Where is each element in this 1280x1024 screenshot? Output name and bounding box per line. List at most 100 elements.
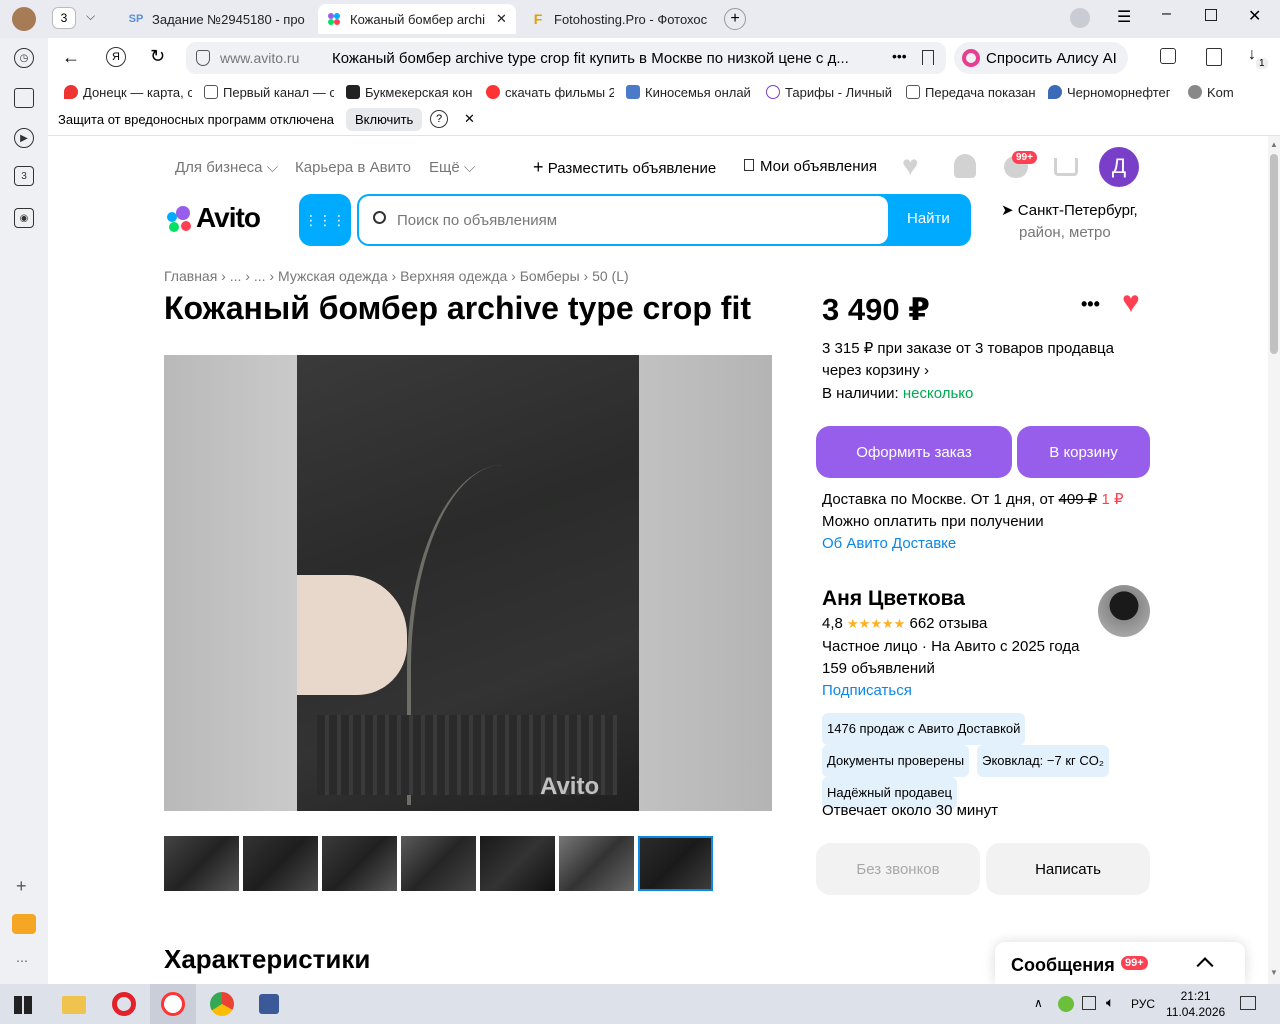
more-menu[interactable]: Ещё ⌵ <box>429 159 475 176</box>
file-explorer-icon[interactable] <box>62 996 86 1014</box>
bookmark-item[interactable]: Донецк — карта, с <box>64 80 192 104</box>
location-selector[interactable]: ➤ Санкт-Петербург, район, метро <box>1001 200 1138 244</box>
close-tab-icon[interactable]: ✕ <box>496 11 507 27</box>
language-indicator[interactable]: РУС <box>1131 997 1155 1011</box>
network-icon[interactable] <box>1082 996 1096 1010</box>
seller-name[interactable]: Аня Цветкова <box>822 587 965 611</box>
translate-icon[interactable] <box>1206 48 1222 66</box>
favorite-heart-icon[interactable]: ♥ <box>1122 286 1140 320</box>
thumbnail[interactable] <box>480 836 555 891</box>
help-icon[interactable]: ? <box>430 110 448 128</box>
chrome-icon[interactable] <box>210 992 234 1016</box>
thumbnail[interactable] <box>401 836 476 891</box>
crumb[interactable]: Мужская одежда <box>278 268 388 284</box>
downloads-icon[interactable]: ↓ <box>1248 46 1256 64</box>
tray-app-icon[interactable] <box>1058 996 1074 1012</box>
minimize-icon[interactable]: – <box>1162 5 1171 23</box>
crumb[interactable]: 50 (L) <box>592 268 629 284</box>
subscribe-link[interactable]: Подписаться <box>822 680 1079 702</box>
cart-icon[interactable] <box>1054 158 1078 176</box>
close-bar-icon[interactable]: ✕ <box>464 111 475 127</box>
menu-icon[interactable]: ☰ <box>1117 7 1131 27</box>
volume-icon[interactable]: 🔈︎ <box>1106 994 1114 1011</box>
crumb[interactable]: Верхняя одежда <box>400 268 507 284</box>
scroll-up-arrow[interactable]: ▲ <box>1270 140 1278 149</box>
notifications-bell-icon[interactable] <box>954 154 976 178</box>
categories-button[interactable]: ⋮⋮⋮ <box>299 194 351 246</box>
add-to-cart-button[interactable]: В корзину <box>1017 426 1150 478</box>
bookmark-item[interactable]: Передача показан <box>906 80 1036 104</box>
bookmark-item[interactable]: Kom <box>1188 80 1248 104</box>
thumbnail[interactable] <box>559 836 634 891</box>
enable-protection-button[interactable]: Включить <box>346 108 423 131</box>
extensions-icon[interactable] <box>1160 48 1176 64</box>
more-options-icon[interactable]: ••• <box>1081 294 1100 315</box>
play-icon[interactable]: ▶ <box>14 128 34 148</box>
chevron-up-icon[interactable] <box>1196 957 1214 975</box>
bookmark-item[interactable]: Черноморнефтег <box>1048 80 1176 104</box>
counter-icon[interactable]: 3 <box>14 166 34 186</box>
alice-button[interactable]: Спросить Алису AI <box>954 42 1128 74</box>
profile-avatar[interactable] <box>12 7 36 31</box>
post-ad-link[interactable]: + Разместить объявление <box>533 157 716 178</box>
crumb[interactable]: Главная <box>164 268 217 284</box>
search-input[interactable]: Поиск по объявлениям <box>359 196 888 244</box>
avito-logo[interactable]: Avito <box>164 202 261 234</box>
thumbnail-active[interactable] <box>638 836 713 891</box>
write-button[interactable]: Написать <box>986 843 1150 895</box>
tray-up-icon[interactable]: ∧ <box>1034 996 1043 1010</box>
bookmark-item[interactable]: Тарифы - Личный <box>766 80 894 104</box>
restore-icon[interactable] <box>1205 9 1217 21</box>
seller-rating[interactable]: 4,8 ★★★★★ 662 отзыва <box>822 615 987 632</box>
thumbnail[interactable] <box>322 836 397 891</box>
tab-fotohosting[interactable]: F Fotohosting.Pro - Фотохос <box>522 4 712 34</box>
new-tab-button[interactable]: + <box>724 8 746 30</box>
back-icon[interactable]: ← <box>62 47 80 68</box>
crumb[interactable]: Бомберы <box>520 268 580 284</box>
main-photo[interactable]: Avito <box>164 355 772 811</box>
crumb[interactable]: ... <box>254 268 266 284</box>
reload-icon[interactable]: ↻ <box>150 46 165 67</box>
about-delivery-link[interactable]: Об Авито Доставке <box>822 533 1124 555</box>
bookmark-item[interactable]: Киносемья онлай <box>626 80 754 104</box>
search-button[interactable]: Найти <box>907 210 950 227</box>
more-icon[interactable]: ••• <box>892 48 907 64</box>
seller-avatar[interactable] <box>1098 585 1150 637</box>
mail-icon[interactable] <box>12 914 36 934</box>
bookmark-item[interactable]: скачать фильмы 2 <box>486 80 614 104</box>
bulk-price[interactable]: 3 315 ₽ при заказе от 3 товаров продавца… <box>822 338 1114 382</box>
tab-avito[interactable]: Кожаный бомбер archi ✕ <box>318 4 516 34</box>
business-menu[interactable]: Для бизнеса ⌵ <box>175 159 278 176</box>
career-link[interactable]: Карьера в Авито <box>295 159 411 176</box>
shield-icon[interactable] <box>196 50 210 66</box>
messenger-widget[interactable]: Сообщения 99+ <box>995 942 1245 984</box>
omnibox[interactable]: www.avito.ru Кожаный бомбер archive type… <box>186 42 946 74</box>
screenshot-icon[interactable]: ◉ <box>14 208 34 228</box>
crumb[interactable]: ... <box>230 268 242 284</box>
windows-start-icon[interactable] <box>14 996 32 1014</box>
favorites-heart-icon[interactable]: ♥ <box>902 150 919 182</box>
thumbnail[interactable] <box>243 836 318 891</box>
app-icon[interactable] <box>259 994 279 1014</box>
more-dots-icon[interactable]: ⋯ <box>16 954 28 968</box>
bookmark-item[interactable]: Букмекерская кон <box>346 80 474 104</box>
scroll-thumb[interactable] <box>1270 154 1278 354</box>
history-icon[interactable]: ◷ <box>14 48 34 68</box>
bookmark-icon[interactable] <box>922 50 934 65</box>
add-panel-icon[interactable]: + <box>16 876 27 897</box>
thumbnail[interactable] <box>164 836 239 891</box>
close-window-icon[interactable]: ✕ <box>1248 6 1261 26</box>
notifications-icon[interactable] <box>1240 996 1256 1010</box>
collections-icon[interactable] <box>14 88 34 108</box>
order-button[interactable]: Оформить заказ <box>816 426 1012 478</box>
tab-counter[interactable]: 3 <box>52 7 76 29</box>
clock[interactable]: 21:21 11.04.2026 <box>1166 988 1225 1020</box>
yandex-icon[interactable]: Я <box>106 47 126 67</box>
tab-task[interactable]: SP Задание №2945180 - про <box>120 4 310 34</box>
scroll-down-arrow[interactable]: ▼ <box>1270 968 1278 977</box>
opera-icon[interactable] <box>112 992 136 1016</box>
yandex-browser-icon[interactable] <box>161 992 185 1016</box>
scrollbar[interactable]: ▲ ▼ <box>1268 136 1280 984</box>
my-ads-link[interactable]: Мои объявления <box>744 158 877 175</box>
avatar[interactable]: Д <box>1099 147 1139 187</box>
